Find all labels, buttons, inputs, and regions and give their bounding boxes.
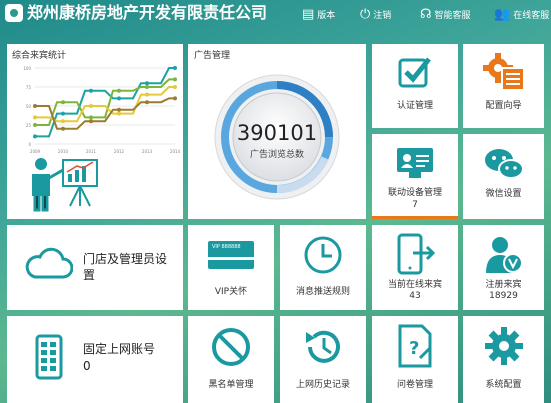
gear-icon <box>463 325 544 367</box>
series-point <box>145 81 149 86</box>
series-point <box>61 111 65 116</box>
online-guests-count: 43 <box>409 291 421 301</box>
series-point <box>33 123 37 127</box>
registered-label: 注册来宾 <box>485 280 522 290</box>
ad-management-card[interactable]: 广告管理 390101 广告浏览总数 <box>188 44 366 219</box>
series-point <box>89 88 93 93</box>
cert-management-tile[interactable]: 认证管理 <box>372 44 458 128</box>
series-point <box>89 104 93 108</box>
phone-exit-icon <box>372 233 458 277</box>
guest-line-chart: 02550751002009 2010 2011 2012 2013 2014 <box>23 66 181 154</box>
document-icon: ▤ <box>302 7 315 22</box>
clock-icon <box>280 235 366 275</box>
power-icon: ⏻ <box>360 7 371 22</box>
series-point <box>33 134 37 139</box>
config-wizard-tile[interactable]: 配置向导 <box>463 44 544 128</box>
history-tile[interactable]: 上网历史记录 <box>280 316 366 403</box>
tablet-icon <box>35 334 63 384</box>
series-point <box>61 126 65 131</box>
x-tick-label: 2014 <box>170 149 181 154</box>
series-point <box>173 85 177 89</box>
registered-guests-tile[interactable]: 注册来宾 18929 <box>463 225 544 310</box>
wechat-label: 微信设置 <box>485 189 522 199</box>
smart-service-link[interactable]: ☊ 智能客服 <box>420 8 471 21</box>
online-guests-tile[interactable]: 当前在线来宾 43 <box>372 225 458 310</box>
headset-icon: ☊ <box>420 7 432 22</box>
fixed-account-count: 0 <box>83 359 91 373</box>
gear-clipboard-icon <box>463 52 544 92</box>
series-point <box>145 85 149 89</box>
online-service-link[interactable]: 👥 在线客服 <box>494 8 549 21</box>
vip-card-icon: VIP 888888 <box>208 241 254 269</box>
online-guests-label: 当前在线来宾 <box>387 280 442 290</box>
guest-stats-card[interactable]: 综合来宾统计 0 25 50 75 100 2009 2010 2011 2012 2013 201… <box>7 44 183 219</box>
store-admin-tile[interactable]: 门店及管理员设置 <box>7 225 183 310</box>
id-card-icon <box>372 146 458 180</box>
wechat-icon <box>463 146 544 182</box>
device-count: 7 <box>412 200 418 210</box>
device-management-tile[interactable]: 联动设备管理 7 <box>372 134 458 219</box>
series-point <box>89 115 93 120</box>
push-rules-label: 消息推送规则 <box>295 287 350 297</box>
ad-view-caption: 广告浏览总数 <box>249 150 304 160</box>
series-point <box>33 115 37 120</box>
prohibited-icon <box>188 326 274 368</box>
checkbox-icon <box>372 54 458 90</box>
vip-care-tile[interactable]: VIP 888888 VIP关怀 <box>188 225 274 310</box>
series-point <box>61 100 65 105</box>
device-label: 联动设备管理 <box>387 188 442 198</box>
series-point <box>173 77 177 82</box>
series-point <box>61 119 65 124</box>
y-tick-label: 75 <box>26 85 32 90</box>
history-icon <box>280 326 366 368</box>
store-admin-label: 门店及管理员设置 <box>83 252 168 282</box>
user-v-icon <box>463 235 544 275</box>
y-tick-label: 0 <box>28 142 31 147</box>
company-title: 郑州康桥房地产开发有限责任公司 <box>27 3 268 22</box>
series-point <box>33 104 37 108</box>
header: 郑州康桥房地产开发有限责任公司 ▤ 版本 ⏻ 注销 ☊ 智能客服 👥 在线客服 <box>0 0 551 40</box>
series-point <box>145 100 149 105</box>
series-point <box>89 119 93 124</box>
series-point <box>117 96 121 101</box>
fixed-account-tile[interactable]: 固定上网账号 0 <box>7 316 183 403</box>
survey-label: 问卷管理 <box>396 380 433 390</box>
system-config-label: 系统配置 <box>485 380 522 390</box>
push-rules-tile[interactable]: 消息推送规则 <box>280 225 366 310</box>
x-tick-label: 2012 <box>114 149 125 154</box>
series-point <box>145 92 149 97</box>
question-doc-icon: ? <box>372 324 458 368</box>
series-point <box>117 88 121 93</box>
y-tick-label: 25 <box>26 123 32 128</box>
y-tick-label: 50 <box>26 104 32 109</box>
blacklist-label: 黑名单管理 <box>208 380 254 390</box>
ad-view-count: 390101 <box>236 121 318 145</box>
config-wizard-label: 配置向导 <box>485 101 522 111</box>
series-point <box>117 107 121 112</box>
series-point <box>117 111 121 116</box>
users-icon: 👥 <box>494 7 511 22</box>
system-config-tile[interactable]: 系统配置 <box>463 316 544 403</box>
y-tick-label: 100 <box>23 66 31 71</box>
cloud-icon <box>25 247 74 285</box>
ad-card-title: 广告管理 <box>194 51 231 61</box>
logout-link[interactable]: ⏻ 注销 <box>360 8 391 21</box>
survey-tile[interactable]: ? 问卷管理 <box>372 316 458 403</box>
stats-card-title: 综合来宾统计 <box>12 51 67 61</box>
history-label: 上网历史记录 <box>295 380 350 390</box>
registered-count: 18929 <box>489 291 518 301</box>
blacklist-tile[interactable]: 黑名单管理 <box>188 316 274 403</box>
cert-label: 认证管理 <box>396 101 433 111</box>
series-point <box>173 96 177 101</box>
vip-label: VIP关怀 <box>214 287 248 297</box>
presenter-icon <box>32 158 98 212</box>
wechat-settings-tile[interactable]: 微信设置 <box>463 134 544 219</box>
version-link[interactable]: ▤ 版本 <box>302 8 335 21</box>
svg-text:?: ? <box>409 338 419 359</box>
series-point <box>173 66 177 70</box>
x-tick-label: 2013 <box>142 149 153 154</box>
fixed-account-label: 固定上网账号 <box>83 342 156 356</box>
